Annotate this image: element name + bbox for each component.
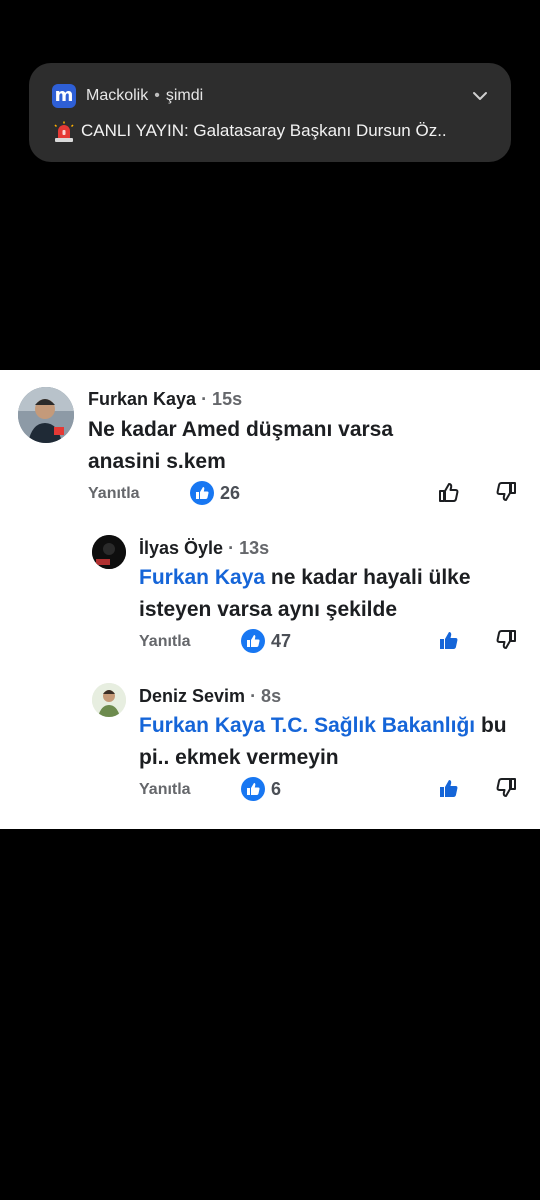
- avatar-photo: [92, 535, 126, 569]
- comment-time: · 15s: [201, 389, 243, 409]
- author-name[interactable]: Deniz Sevim: [139, 686, 245, 706]
- mackolik-app-icon: m: [52, 84, 76, 108]
- notification-card[interactable]: m Mackolik • şimdi CANLI YAYIN: Galatasara…: [29, 63, 511, 162]
- comments-panel: Furkan Kaya · 15s Ne kadar Amed düşmanı …: [0, 370, 540, 829]
- thumbs-down-icon[interactable]: [493, 479, 519, 505]
- notification-app-name: Mackolik: [86, 87, 149, 104]
- avatar-photo: [92, 683, 126, 717]
- like-count: 6: [271, 779, 282, 799]
- like-count-icon: [190, 481, 214, 505]
- notification-header: Mackolik • şimdi: [86, 87, 203, 105]
- avatar[interactable]: [18, 387, 74, 443]
- comment-text: Ne kadar Amed düşmanı varsa anasini s.ke…: [88, 414, 468, 478]
- comment-body: Ne kadar Amed düşmanı varsa anasini s.ke…: [88, 418, 394, 473]
- mention-link[interactable]: T.C. Sağlık Bakanlığı: [271, 714, 475, 737]
- like-count-icon: [241, 777, 265, 801]
- comment-text: Furkan Kaya T.C. Sağlık Bakanlığı bu pi.…: [139, 710, 529, 774]
- avatar[interactable]: [92, 683, 126, 717]
- author-name[interactable]: İlyas Öyle: [139, 538, 223, 558]
- reply-button[interactable]: Yanıtla: [88, 485, 140, 503]
- mention-link[interactable]: Furkan Kaya: [139, 566, 265, 589]
- chevron-down-icon[interactable]: [471, 89, 489, 103]
- avatar-photo: [18, 387, 74, 443]
- thumbs-up-filled-icon[interactable]: [436, 627, 462, 653]
- reply-button[interactable]: Yanıtla: [139, 633, 191, 651]
- author-name[interactable]: Furkan Kaya: [88, 389, 196, 409]
- thumbs-up-filled-icon[interactable]: [436, 775, 462, 801]
- rotating-light-icon: [54, 121, 74, 142]
- mention-link[interactable]: Furkan Kaya: [139, 714, 265, 737]
- thumbs-down-icon[interactable]: [493, 775, 519, 801]
- like-count: 47: [271, 631, 292, 651]
- notification-time: şimdi: [165, 87, 204, 104]
- thumbs-up-icon[interactable]: [436, 479, 462, 505]
- thumbs-down-icon[interactable]: [493, 627, 519, 653]
- comment-time: · 13s: [228, 538, 270, 558]
- comment-author[interactable]: İlyas Öyle · 13s: [139, 538, 269, 559]
- comment-time: · 8s: [250, 686, 282, 706]
- notification-body: CANLI YAYIN: Galatasaray Başkanı Dursun …: [81, 121, 447, 140]
- comment-author[interactable]: Furkan Kaya · 15s: [88, 389, 242, 410]
- notification-separator: •: [154, 87, 160, 104]
- comment-author[interactable]: Deniz Sevim · 8s: [139, 686, 281, 707]
- like-count: 26: [220, 483, 241, 503]
- like-count-icon: [241, 629, 265, 653]
- avatar[interactable]: [92, 535, 126, 569]
- reply-button[interactable]: Yanıtla: [139, 781, 191, 799]
- comment-text: Furkan Kaya ne kadar hayali ülke isteyen…: [139, 562, 524, 626]
